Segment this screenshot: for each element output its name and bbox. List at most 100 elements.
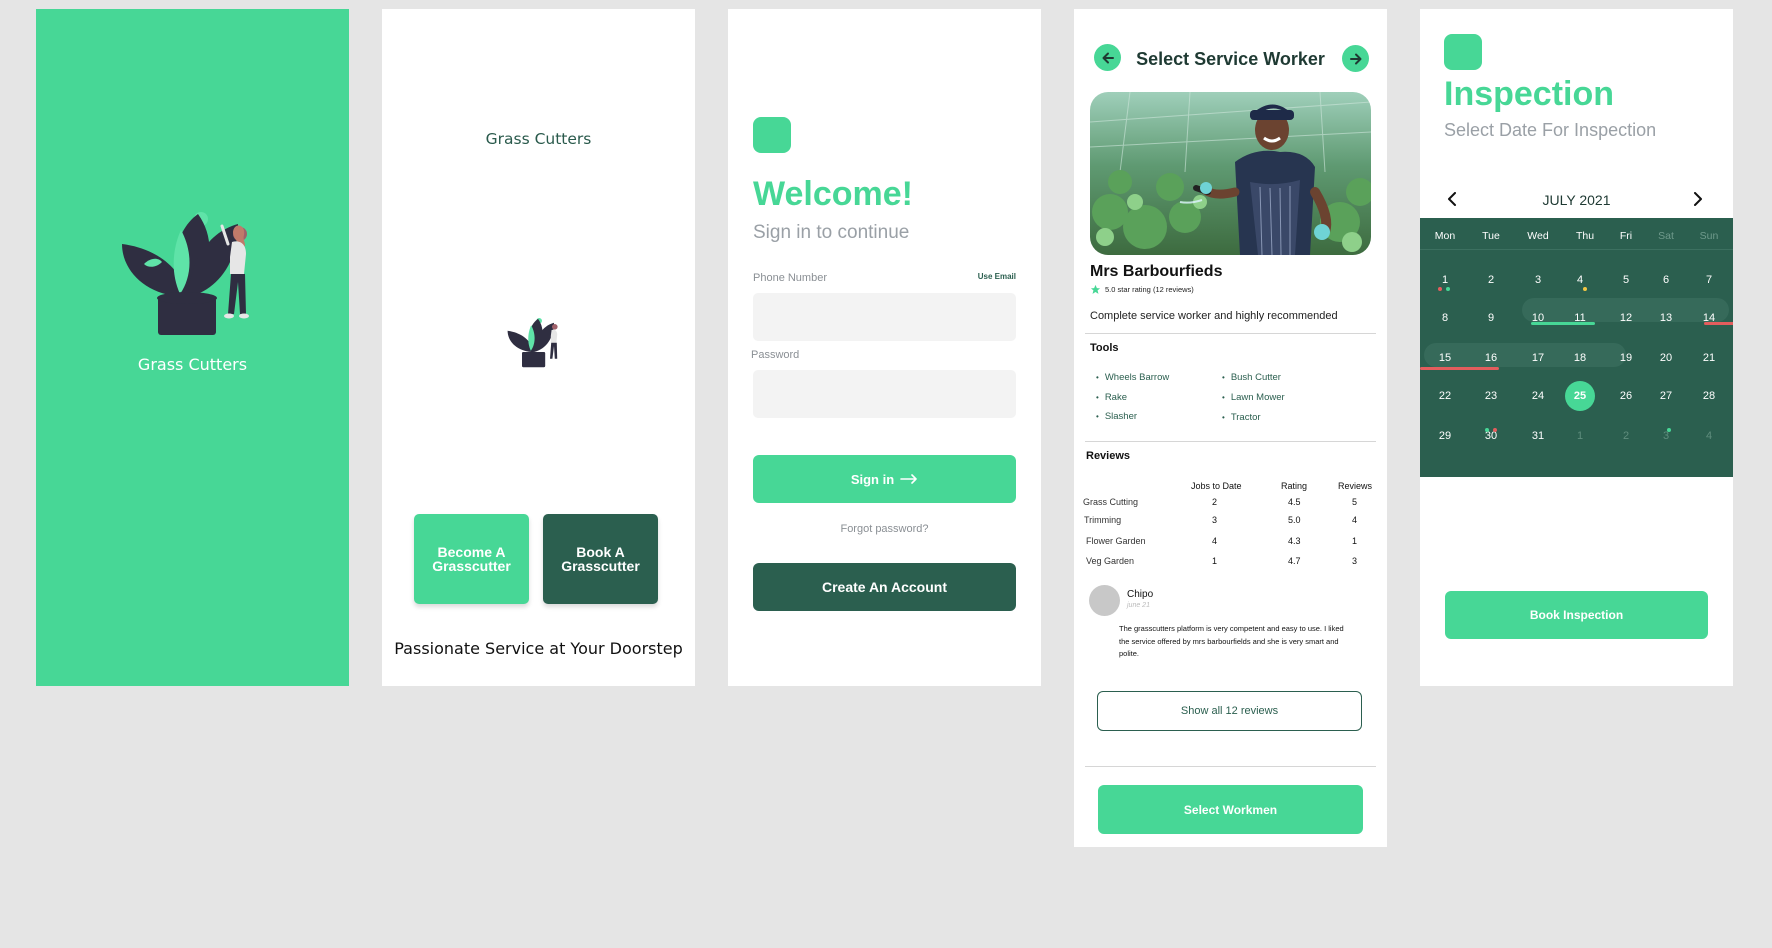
password-input[interactable] [753,370,1016,418]
tool-item: Bush Cutter [1222,372,1281,383]
calendar-grid: Mon Tue Wed Thu Fri Sat Sun 1 2 3 4 5 6 7 8 9 10 1… [1420,218,1733,477]
reviews-heading: Reviews [1086,450,1131,462]
row-rating: 4.5 [1288,497,1301,507]
phone-number-label: Phone Number [753,272,827,284]
calendar-day[interactable]: 19 [1611,343,1641,373]
col-rating-header: Rating [1281,481,1308,491]
weekday-label: Tue [1482,230,1500,242]
create-account-button[interactable]: Create An Account [753,563,1016,611]
welcome-heading: Welcome! [753,175,913,213]
calendar-day[interactable]: 6 [1651,265,1681,295]
tool-item: Slasher [1096,411,1137,422]
calendar-day[interactable]: 23 [1476,381,1506,411]
phone-number-input[interactable] [753,293,1016,341]
tool-item: Wheels Barrow [1096,372,1169,383]
calendar-day[interactable]: 31 [1523,421,1553,451]
calendar-day[interactable]: 7 [1694,265,1724,295]
calendar-day[interactable]: 13 [1651,303,1681,333]
weekday-label: Sat [1658,230,1674,242]
calendar-day[interactable]: 4 [1694,421,1724,451]
inspection-screen: Inspection Select Date For Inspection JU… [1420,9,1733,686]
calendar-day[interactable]: 17 [1523,343,1553,373]
calendar-day[interactable]: 11 [1565,303,1595,333]
row-jobs: 1 [1212,556,1218,566]
calendar-day[interactable]: 1 [1565,421,1595,451]
calendar-day[interactable]: 2 [1611,421,1641,451]
calendar-day[interactable]: 29 [1430,421,1460,451]
divider [1085,333,1376,334]
calendar-day[interactable]: 26 [1611,381,1641,411]
calendar-day[interactable]: 2 [1476,265,1506,295]
event-dot [1583,287,1587,291]
tool-item: Tractor [1222,412,1261,423]
password-label: Password [751,349,800,361]
book-grasscutter-button[interactable]: Book A Grasscutter [543,514,658,604]
review-date: june 21 [1127,602,1150,609]
calendar-day[interactable]: 4 [1565,265,1595,295]
reviewer-name: Chipo [1127,589,1154,600]
arrow-right-icon [1349,53,1361,64]
page-title: Select Service Worker [1136,49,1325,69]
star-icon [1090,284,1101,294]
divider [1085,441,1376,442]
calendar-day[interactable]: 18 [1565,343,1595,373]
forward-button[interactable] [1342,45,1369,72]
grass-cutters-logo [118,202,268,352]
calendar-day[interactable]: 30 [1476,421,1506,451]
calendar-day[interactable]: 10 [1523,303,1553,333]
app-logo [1444,34,1482,70]
weekday-label: Thu [1575,230,1595,242]
next-month-button[interactable] [1688,189,1708,209]
sign-in-button[interactable]: Sign in [753,455,1016,503]
use-email-link[interactable]: Use Email [978,272,1016,281]
worker-description: Complete service worker and highly recom… [1090,310,1338,322]
app-title: Grass Cutters [137,355,248,374]
show-all-reviews-button[interactable]: Show all 12 reviews [1097,691,1362,731]
sign-in-label: Sign in [850,471,895,487]
worker-rating: 5.0 star rating (12 reviews) [1090,284,1194,295]
calendar-day[interactable]: 16 [1476,343,1506,373]
become-grasscutter-button[interactable]: Become A Grasscutter [414,514,529,604]
forgot-password-link[interactable]: Forgot password? [728,523,1041,535]
weekday-label: Sun [1699,230,1719,242]
app-logo [753,117,791,153]
calendar-day[interactable]: 14 [1694,303,1724,333]
calendar-day[interactable]: 3 [1523,265,1553,295]
calendar-day[interactable]: 15 [1430,343,1460,373]
tools-heading: Tools [1090,342,1119,354]
calendar-day[interactable]: 22 [1430,381,1460,411]
calendar-day[interactable]: 1 [1430,265,1460,295]
row-label: Trimming [1084,515,1122,525]
calendar-day[interactable]: 9 [1476,303,1506,333]
calendar-day[interactable]: 27 [1651,381,1681,411]
calendar-day[interactable]: 5 [1611,265,1641,295]
calendar-day[interactable]: 24 [1523,381,1553,411]
calendar-day[interactable]: 8 [1430,303,1460,333]
calendar-day[interactable]: 25 [1565,381,1595,411]
calendar-day[interactable]: 3 [1651,421,1681,451]
row-jobs: 2 [1212,497,1218,507]
tool-item: Lawn Mower [1222,392,1285,403]
worker-photo [1090,92,1371,255]
select-worker-screen: Select Service Worker Mrs Barbourfieds 5… [1074,9,1387,847]
calendar-day[interactable]: 12 [1611,303,1641,333]
chevron-right-icon [1694,192,1702,206]
arrow-right-icon [900,474,917,484]
calendar-day[interactable]: 20 [1651,343,1681,373]
row-rating: 4.7 [1288,556,1301,566]
book-inspection-button[interactable]: Book Inspection [1445,591,1708,639]
calendar-day[interactable]: 28 [1694,381,1724,411]
col-jobs-header: Jobs to Date [1191,481,1242,491]
col-reviews-header: Reviews [1338,481,1373,491]
review-text: The grasscutters platform is very compet… [1119,624,1344,658]
event-dot [1667,428,1671,432]
tool-item: Rake [1096,392,1127,403]
row-label: Grass Cutting [1083,497,1139,507]
row-reviews: 5 [1352,497,1358,507]
calendar-day[interactable]: 21 [1694,343,1724,373]
page-title: Inspection [1444,75,1615,113]
row-reviews: 3 [1352,556,1358,566]
weekday-label: Fri [1619,230,1633,242]
welcome-subtitle: Sign in to continue [753,222,910,243]
select-workmen-button[interactable]: Select Workmen [1098,785,1363,834]
